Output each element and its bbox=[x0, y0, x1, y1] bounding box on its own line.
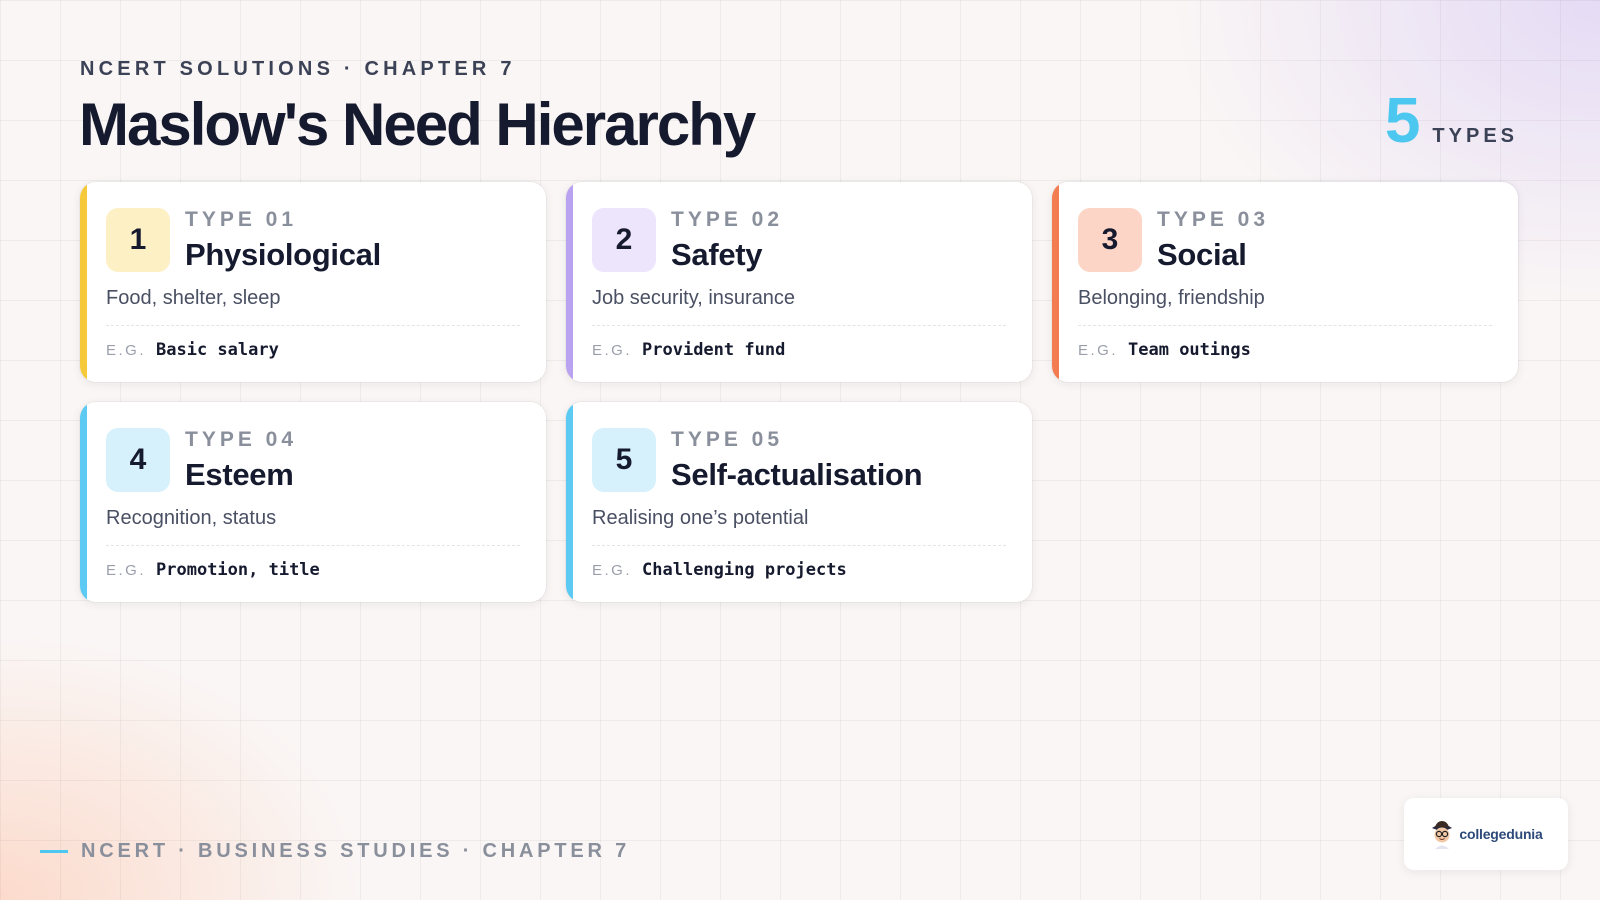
card-safety: 2 TYPE 02 Safety Job security, insurance… bbox=[566, 182, 1032, 382]
card-number-badge: 3 bbox=[1078, 208, 1142, 272]
card-physiological: 1 TYPE 01 Physiological Food, shelter, s… bbox=[80, 182, 546, 382]
card-title: Safety bbox=[671, 237, 763, 272]
card-type-label: TYPE 04 bbox=[185, 428, 298, 451]
card-title: Esteem bbox=[185, 457, 294, 492]
example-value: Team outings bbox=[1128, 340, 1251, 360]
footer-text: NCERT · BUSINESS STUDIES · CHAPTER 7 bbox=[81, 840, 631, 862]
card-esteem: 4 TYPE 04 Esteem Recognition, status E.G… bbox=[80, 402, 546, 602]
card-accent-bar bbox=[80, 182, 87, 382]
card-divider bbox=[106, 325, 520, 326]
card-type-label: TYPE 03 bbox=[1157, 208, 1270, 231]
card-accent-bar bbox=[1052, 182, 1059, 382]
card-divider bbox=[592, 545, 1006, 546]
card-title: Self-actualisation bbox=[671, 457, 923, 492]
types-count-number: 5 bbox=[1384, 84, 1421, 156]
card-number-badge: 4 bbox=[106, 428, 170, 492]
card-description: Food, shelter, sleep bbox=[106, 287, 281, 309]
card-number-badge: 5 bbox=[592, 428, 656, 492]
footer: NCERT · BUSINESS STUDIES · CHAPTER 7 bbox=[40, 840, 630, 863]
card-number-badge: 1 bbox=[106, 208, 170, 272]
card-description: Recognition, status bbox=[106, 507, 277, 529]
page-title: Maslow's Need Hierarchy bbox=[79, 91, 756, 158]
footer-accent-line bbox=[40, 850, 68, 853]
example-value: Basic salary bbox=[156, 340, 279, 360]
example-value: Challenging projects bbox=[642, 560, 847, 580]
card-divider bbox=[592, 325, 1006, 326]
card-title: Social bbox=[1157, 237, 1247, 272]
card-description: Job security, insurance bbox=[592, 287, 796, 309]
card-type-label: TYPE 01 bbox=[185, 208, 298, 231]
card-divider bbox=[106, 545, 520, 546]
example-label: E.G. bbox=[106, 342, 147, 359]
card-type-label: TYPE 02 bbox=[671, 208, 784, 231]
card-divider bbox=[1078, 325, 1492, 326]
card-social: 3 TYPE 03 Social Belonging, friendship E… bbox=[1052, 182, 1518, 382]
card-accent-bar bbox=[566, 182, 573, 382]
card-example: E.G. Promotion, title bbox=[106, 560, 320, 580]
card-accent-bar bbox=[80, 402, 87, 602]
example-value: Promotion, title bbox=[156, 560, 320, 580]
types-count: 5 TYPES bbox=[1385, 88, 1518, 152]
card-number-badge: 2 bbox=[592, 208, 656, 272]
card-example: E.G. Challenging projects bbox=[592, 560, 847, 580]
card-self-actualisation: 5 TYPE 05 Self-actualisation Realising o… bbox=[566, 402, 1032, 602]
card-accent-bar bbox=[566, 402, 573, 602]
collegedunia-logo[interactable]: collegedunia bbox=[1404, 798, 1568, 870]
eyebrow-label: NCERT SOLUTIONS · CHAPTER 7 bbox=[80, 58, 516, 80]
example-label: E.G. bbox=[592, 562, 633, 579]
logo-text: collegedunia bbox=[1459, 826, 1543, 842]
card-example: E.G. Basic salary bbox=[106, 340, 279, 360]
mascot-icon bbox=[1432, 821, 1453, 849]
example-label: E.G. bbox=[106, 562, 147, 579]
example-value: Provident fund bbox=[642, 340, 786, 360]
card-description: Belonging, friendship bbox=[1078, 287, 1265, 309]
card-example: E.G. Provident fund bbox=[592, 340, 785, 360]
card-description: Realising one’s potential bbox=[592, 507, 809, 529]
example-label: E.G. bbox=[1078, 342, 1119, 359]
card-type-label: TYPE 05 bbox=[671, 428, 784, 451]
card-title: Physiological bbox=[185, 237, 381, 272]
card-example: E.G. Team outings bbox=[1078, 340, 1251, 360]
types-count-label: TYPES bbox=[1432, 125, 1518, 147]
example-label: E.G. bbox=[592, 342, 633, 359]
